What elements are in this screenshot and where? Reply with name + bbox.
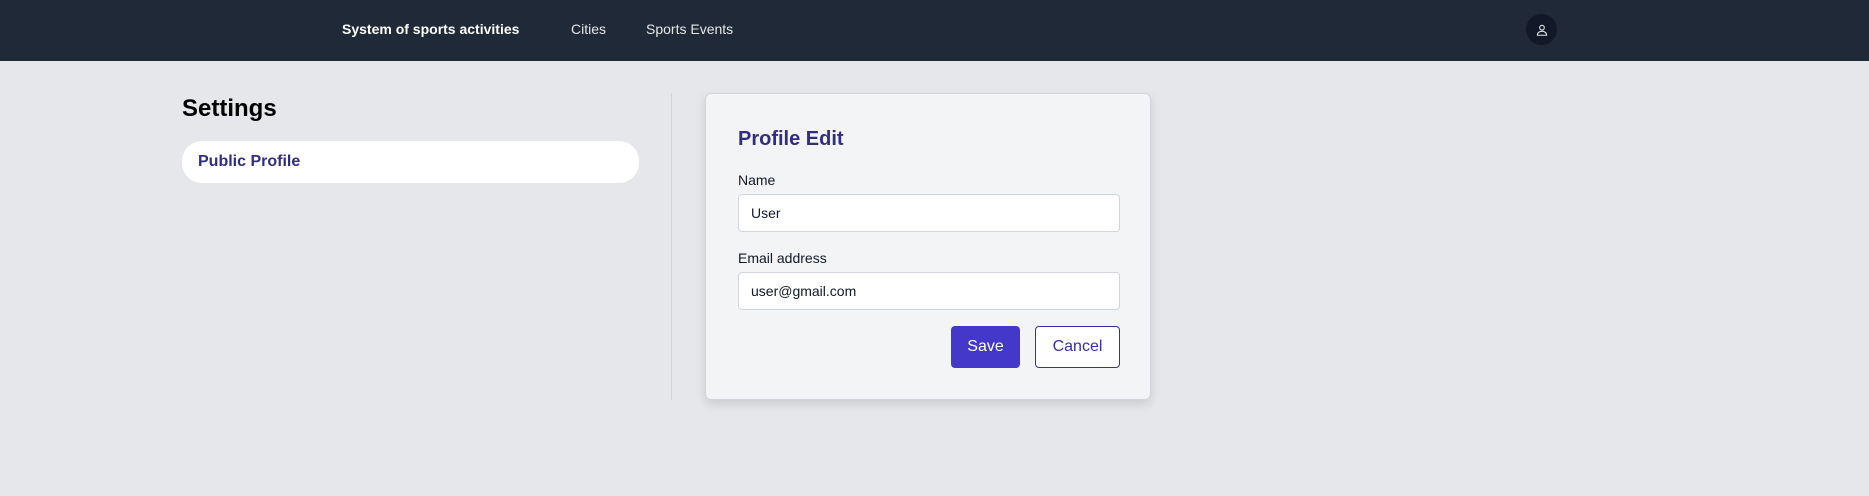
email-label: Email address (738, 250, 827, 266)
save-button[interactable]: Save (951, 326, 1020, 368)
sidebar-item-label: Public Profile (198, 153, 301, 170)
email-field[interactable] (738, 272, 1120, 310)
nav-link-cities[interactable]: Cities (571, 21, 606, 37)
app-title[interactable]: System of sports activities (342, 21, 519, 37)
user-icon (1536, 24, 1547, 36)
name-label: Name (738, 172, 776, 188)
settings-heading: Settings (182, 95, 277, 122)
user-menu-button[interactable] (1526, 14, 1557, 45)
sidebar-item-public-profile[interactable]: Public Profile (182, 141, 639, 183)
profile-edit-card: Profile Edit Name Email address Save Can… (705, 93, 1151, 400)
name-field[interactable] (738, 194, 1120, 232)
nav-link-sports-events[interactable]: Sports Events (646, 21, 733, 37)
cancel-button[interactable]: Cancel (1035, 326, 1120, 368)
profile-edit-title: Profile Edit (738, 128, 844, 150)
top-navigation-bar: System of sports activities Cities Sport… (0, 0, 1869, 61)
vertical-divider (671, 93, 672, 400)
